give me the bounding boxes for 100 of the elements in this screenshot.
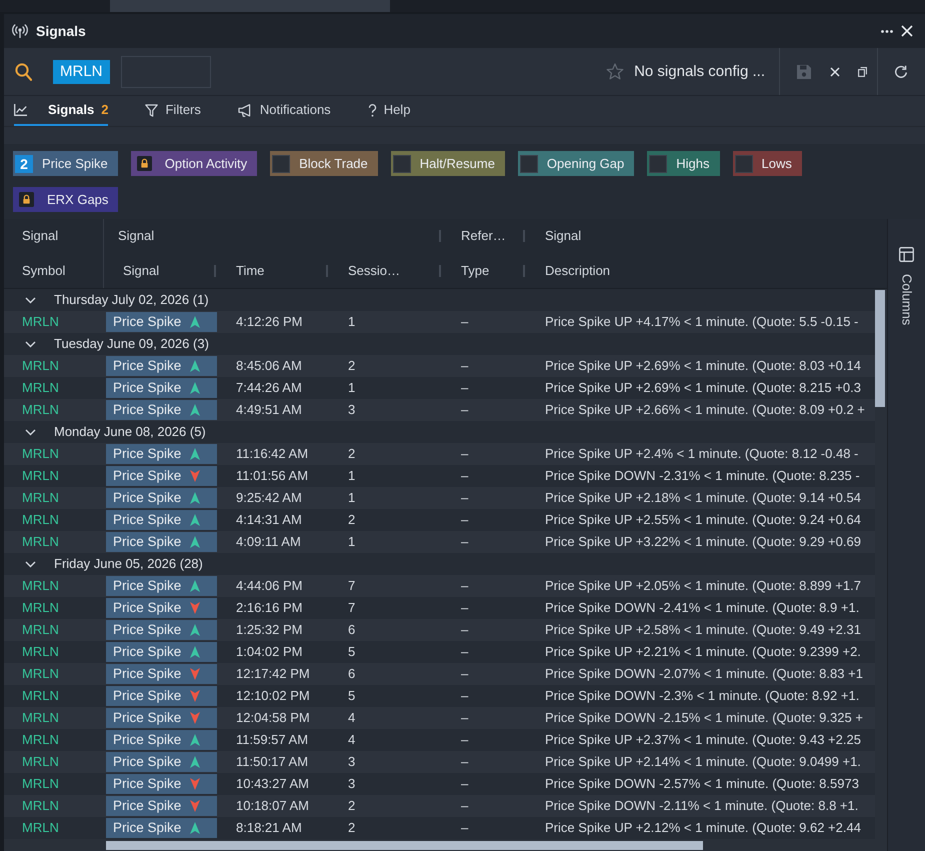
table-row[interactable]: MRLN Price Spike 4:14:31 AM 2 – Price Spike UP +2.55% < 1 minute. (Quote: 9.24 +0.64 <box>4 509 875 531</box>
time-text: 8:18:21 AM <box>236 820 302 836</box>
signal-type-text: Price Spike <box>113 578 182 594</box>
time-text: 1:04:02 PM <box>236 644 302 660</box>
close-icon[interactable] <box>901 25 913 37</box>
type-text: – <box>461 732 468 748</box>
ticker-symbol[interactable]: MRLN <box>53 60 110 84</box>
signal-type-filter[interactable]: Option Activity <box>130 151 258 176</box>
description-text: Price Spike UP +2.58% < 1 minute. (Quote: 9.49 +2.31 <box>545 622 861 638</box>
column-group-header: Signal <box>118 228 154 244</box>
signal-type-text: Price Spike <box>113 732 182 748</box>
table-row[interactable]: MRLN Price Spike 11:59:57 AM 4 – Price Spike UP +2.37% < 1 minute. (Quote: 9.43 +2.25 <box>4 729 875 751</box>
column-group-header: Signal <box>545 228 582 244</box>
columns-panel-tab[interactable]: Columns <box>888 247 925 326</box>
symbol-text: MRLN <box>22 754 59 770</box>
group-header-row[interactable]: Friday June 05, 2026 (28) <box>4 553 875 575</box>
signal-type-text: Price Spike <box>113 644 182 660</box>
chevron-down-icon[interactable] <box>25 340 36 348</box>
signal-type-text: Price Spike <box>113 468 182 484</box>
signal-type-filter[interactable]: Opening Gap <box>518 151 634 176</box>
table-row[interactable]: MRLN Price Spike 1:04:02 PM 5 – Price Spike UP +2.21% < 1 minute. (Quote: 9.2399 +2. <box>4 641 875 663</box>
type-text: – <box>461 402 468 418</box>
description-text: Price Spike DOWN -2.57% < 1 minute. (Quote: 8.5973 <box>545 776 859 792</box>
signal-type-filter[interactable]: Halt/Resume <box>390 151 505 176</box>
signal-type-text: Price Spike <box>113 666 182 682</box>
checkbox[interactable] <box>392 154 411 172</box>
close-icon[interactable] <box>830 66 840 76</box>
signal-type-text: Price Spike <box>113 490 182 506</box>
type-text: – <box>461 446 468 462</box>
signal-type-text: Price Spike <box>113 820 182 836</box>
table-row[interactable]: MRLN Price Spike 8:18:21 AM 2 – Price Spike UP +2.12% < 1 minute. (Quote: 9.62 +2.44 <box>4 817 875 839</box>
checkbox[interactable] <box>520 154 538 172</box>
scrollbar-thumb[interactable] <box>875 290 885 407</box>
checkbox[interactable] <box>272 154 290 172</box>
signal-type-text: Price Spike <box>113 512 182 528</box>
tab[interactable]: Notifications <box>238 96 331 126</box>
chevron-down-icon[interactable] <box>25 428 36 436</box>
type-text: – <box>461 358 468 374</box>
description-text: Price Spike DOWN -2.31% < 1 minute. (Quote: 8.235 - <box>545 468 860 484</box>
scrollbar-thumb[interactable] <box>106 841 703 850</box>
description-text: Price Spike UP +2.12% < 1 minute. (Quote: 9.62 +2.44 <box>545 820 861 836</box>
type-text: – <box>461 754 468 770</box>
type-text: – <box>461 600 468 616</box>
checkbox[interactable] <box>734 154 753 172</box>
tab[interactable]: Help <box>368 96 410 126</box>
symbol-text: MRLN <box>22 688 59 704</box>
funnel-icon <box>145 104 158 116</box>
table-row[interactable]: MRLN Price Spike 10:43:27 AM 3 – Price Spike DOWN -2.57% < 1 minute. (Quote: 8.5973 <box>4 773 875 795</box>
copy-icon[interactable] <box>858 66 867 76</box>
type-text: – <box>461 798 468 814</box>
description-text: Price Spike DOWN -2.11% < 1 minute. (Quote: 8.8 +1. <box>545 798 858 814</box>
column-header[interactable]: Sessio… <box>348 262 400 278</box>
symbol-text: MRLN <box>22 490 59 506</box>
group-header-row[interactable]: Monday June 08, 2026 (5) <box>4 421 875 443</box>
config-selector[interactable]: No signals config ... <box>634 62 765 80</box>
type-text: – <box>461 622 468 638</box>
group-label: Thursday July 02, 2026 (1) <box>54 292 209 308</box>
description-text: Price Spike UP +2.66% < 1 minute. (Quote: 8.09 +0.2 + <box>545 402 865 418</box>
help-icon <box>368 104 377 116</box>
description-text: Price Spike DOWN -2.3% < 1 minute. (Quote: 8.92 +1. <box>545 688 860 704</box>
column-header[interactable]: Symbol <box>22 262 66 278</box>
signal-type-text: Price Spike <box>113 688 182 704</box>
checkbox[interactable] <box>649 154 668 172</box>
time-text: 11:50:17 AM <box>236 754 308 770</box>
signal-type-text: Price Spike <box>113 402 182 418</box>
signal-type-filter[interactable]: Lows <box>732 151 802 176</box>
description-text: Price Spike UP +2.18% < 1 minute. (Quote: 9.14 +0.54 <box>545 490 861 506</box>
time-text: 11:16:42 AM <box>236 446 308 462</box>
group-label: Monday June 08, 2026 (5) <box>54 424 206 440</box>
tab[interactable]: Filters <box>145 96 201 126</box>
column-header[interactable]: Time <box>236 262 264 278</box>
table-row[interactable]: MRLN Price Spike 7:44:26 AM 1 – Price Spike UP +2.69% < 1 minute. (Quote: 8.215 +0.3 <box>4 377 875 399</box>
column-header[interactable]: Type <box>461 262 490 278</box>
table-icon <box>899 247 914 262</box>
group-label: Friday June 05, 2026 (28) <box>54 556 203 572</box>
signal-type-filter[interactable]: 2 Price Spike <box>13 151 118 176</box>
column-header[interactable]: Description <box>545 262 610 278</box>
description-text: Price Spike UP +2.55% < 1 minute. (Quote: 9.24 +0.64 <box>545 512 861 528</box>
more-icon[interactable] <box>881 30 893 32</box>
table-row[interactable]: MRLN Price Spike 11:01:56 AM 1 – Price Spike DOWN -2.31% < 1 minute. (Quote: 8.235 - <box>4 465 875 487</box>
table-row[interactable]: MRLN Price Spike 12:10:02 PM 5 – Price Spike DOWN -2.3% < 1 minute. (Quote: 8.92 +1. <box>4 685 875 707</box>
signal-type-filter[interactable]: ERX Gaps <box>13 187 118 212</box>
group-header-row[interactable]: Thursday July 02, 2026 (1) <box>4 289 875 311</box>
chevron-down-icon[interactable] <box>25 560 36 568</box>
star-icon[interactable] <box>606 63 624 80</box>
table-row[interactable]: MRLN Price Spike 2:16:16 PM 7 – Price Spike DOWN -2.41% < 1 minute. (Quote: 8.9 +1. <box>4 597 875 619</box>
search-icon[interactable] <box>15 62 32 80</box>
signal-type-filter[interactable]: Highs <box>647 151 720 176</box>
refresh-icon[interactable] <box>894 64 908 78</box>
tab[interactable]: Signals 2 <box>14 96 108 126</box>
time-text: 12:17:42 PM <box>236 666 310 682</box>
time-text: 10:18:07 AM <box>236 798 309 814</box>
symbol-text: MRLN <box>22 314 59 330</box>
signal-count: 2 <box>15 154 33 172</box>
group-header-row[interactable]: Tuesday June 09, 2026 (3) <box>4 333 875 355</box>
signal-type-filter[interactable]: Block Trade <box>270 151 378 176</box>
symbol-text: MRLN <box>22 622 59 638</box>
chevron-down-icon[interactable] <box>25 296 36 304</box>
column-header[interactable]: Signal <box>123 262 160 278</box>
signal-type-text: Price Spike <box>113 314 182 330</box>
